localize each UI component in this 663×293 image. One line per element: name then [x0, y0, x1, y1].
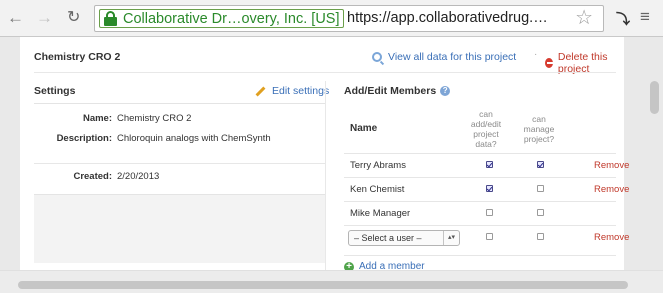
can-manage-checkbox[interactable]	[537, 161, 544, 168]
project-card: Chemistry CRO 2 View all data for this p…	[20, 37, 629, 270]
header-line: can	[532, 114, 546, 124]
member-row: Mike Manager	[344, 201, 616, 225]
address-bar[interactable]: Collaborative Dr…overy, Inc. [US] https:…	[94, 5, 604, 32]
settings-value: 2/20/2013	[117, 171, 160, 182]
can-edit-checkbox[interactable]	[486, 209, 493, 216]
help-icon[interactable]: ?	[440, 86, 451, 96]
member-name: Terry Abrams	[350, 160, 406, 171]
horizontal-scrollbar-thumb[interactable]	[18, 281, 628, 289]
column-header-can-manage: can manage project?	[517, 114, 561, 144]
new-member-row: – Select a user – ▴▾ Remove	[344, 225, 629, 249]
add-member-link[interactable]: + Add a member	[344, 261, 425, 270]
remove-member-link[interactable]: Remove	[594, 184, 629, 195]
divider	[344, 255, 616, 256]
plus-icon: +	[344, 261, 354, 270]
browser-toolbar: ← → ↻ Collaborative Dr…overy, Inc. [US] …	[0, 0, 663, 37]
view-all-data-label: View all data for this project	[388, 51, 517, 63]
ev-org-name: Collaborative Dr…overy, Inc. [US]	[123, 10, 340, 27]
search-icon	[372, 52, 382, 62]
vertical-scrollbar-thumb[interactable]	[650, 81, 659, 114]
header-line: manage	[523, 124, 555, 134]
members-heading: Add/Edit Members ?	[344, 85, 451, 97]
edit-settings-label: Edit settings	[272, 85, 330, 97]
select-user-dropdown[interactable]: – Select a user – ▴▾	[348, 230, 460, 246]
column-header-name: Name	[350, 123, 378, 134]
member-name: Ken Chemist	[350, 184, 405, 195]
select-user-value: – Select a user –	[354, 233, 422, 243]
column-header-can-edit: can add/edit project data?	[466, 109, 506, 149]
lock-icon	[102, 11, 119, 26]
can-edit-checkbox[interactable]	[486, 233, 493, 240]
header-line: add/edit	[470, 119, 502, 129]
project-title: Chemistry CRO 2	[34, 51, 121, 63]
link-separator: ·	[534, 49, 538, 60]
pencil-icon	[255, 86, 266, 96]
can-edit-checkbox[interactable]	[486, 161, 493, 168]
ev-certificate-badge[interactable]: Collaborative Dr…overy, Inc. [US]	[99, 9, 344, 28]
menu-icon[interactable]: ≡	[640, 7, 650, 27]
horizontal-scrollbar[interactable]	[0, 270, 663, 293]
member-row: Terry Abrams Remove	[344, 153, 629, 177]
settings-label: Description:	[56, 133, 112, 144]
reload-icon[interactable]: ↻	[67, 8, 80, 28]
forward-arrow-icon[interactable]: →	[36, 8, 53, 28]
divider	[34, 163, 326, 164]
can-manage-checkbox[interactable]	[537, 209, 544, 216]
edit-settings-link[interactable]: Edit settings	[255, 85, 329, 97]
member-row: Ken Chemist Remove	[344, 177, 629, 201]
member-name: Mike Manager	[350, 208, 411, 219]
header-line: project	[473, 129, 499, 139]
settings-value: Chemistry CRO 2	[117, 113, 192, 124]
header-line: project?	[523, 134, 555, 144]
bookmark-star-icon[interactable]: ☆	[575, 7, 593, 29]
can-manage-checkbox[interactable]	[537, 233, 544, 240]
settings-panel: Name: Chemistry CRO 2 Description: Chlor…	[34, 103, 326, 263]
column-divider	[325, 81, 326, 270]
view-all-data-link[interactable]: View all data for this project	[372, 51, 516, 63]
header-line: can	[479, 109, 493, 119]
settings-value: Chloroquin analogs with ChemSynth	[117, 133, 271, 144]
select-arrows-icon: ▴▾	[443, 231, 459, 245]
members-heading-label: Add/Edit Members	[344, 85, 437, 97]
settings-label: Created:	[73, 171, 112, 182]
back-arrow-icon[interactable]: ←	[7, 8, 24, 28]
can-edit-checkbox[interactable]	[486, 185, 493, 192]
settings-label: Name:	[82, 113, 112, 124]
remove-member-link[interactable]: Remove	[594, 160, 629, 171]
settings-heading: Settings	[34, 85, 76, 97]
divider	[34, 72, 616, 73]
settings-body: Name: Chemistry CRO 2 Description: Chlor…	[34, 103, 326, 195]
url-text: https://app.collaborativedrug.…	[347, 10, 548, 26]
header-line: data?	[475, 139, 497, 149]
page-content: Chemistry CRO 2 View all data for this p…	[0, 37, 663, 270]
add-member-label: Add a member	[359, 261, 425, 270]
remove-member-link[interactable]: Remove	[594, 232, 629, 243]
delete-icon	[545, 58, 553, 68]
can-manage-checkbox[interactable]	[537, 185, 544, 192]
extension-icon[interactable]: ⤵	[616, 9, 630, 29]
